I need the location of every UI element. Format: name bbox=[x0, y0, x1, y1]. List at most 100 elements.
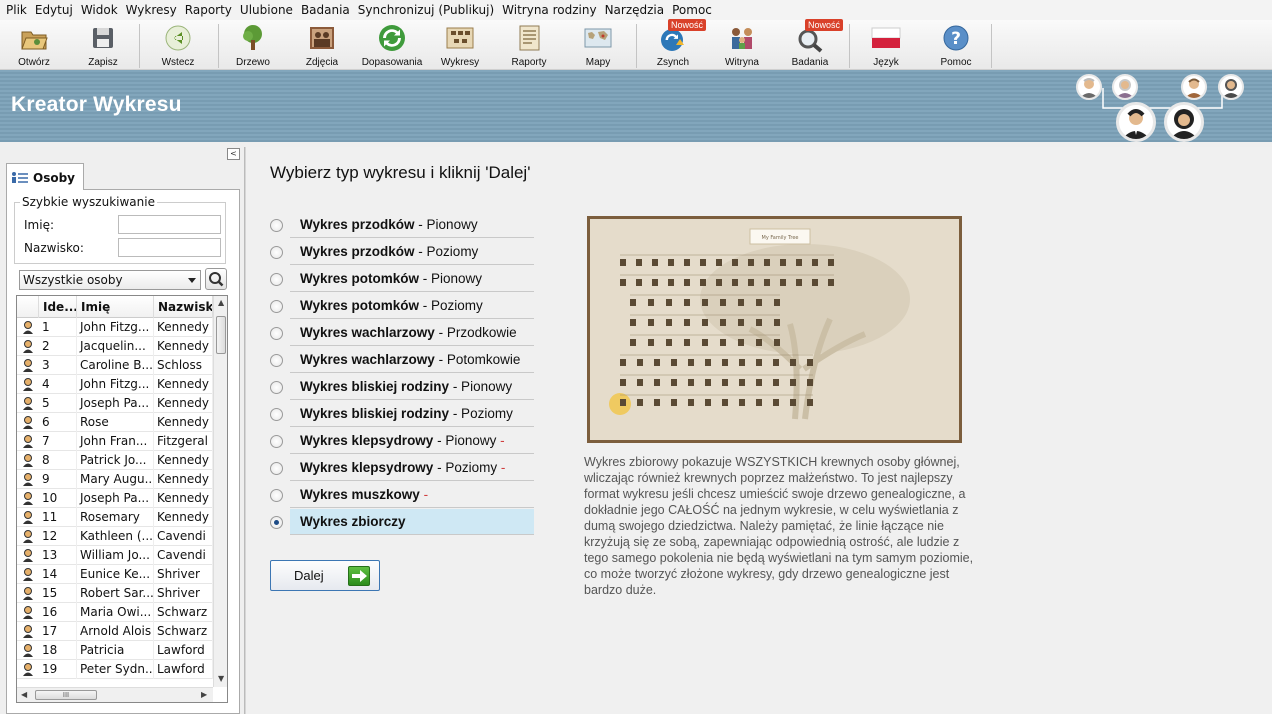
chart-type-option[interactable]: Wykres wachlarzowy - Przodkowie bbox=[268, 320, 534, 347]
table-row[interactable]: 6 Rose Kennedy bbox=[17, 413, 213, 432]
cell-id: 10 bbox=[39, 489, 77, 508]
save-button[interactable]: Zapisz bbox=[81, 23, 125, 69]
column-header-id[interactable]: Ide... bbox=[39, 296, 77, 318]
table-row[interactable]: 8 Patrick Jo... Kennedy bbox=[17, 451, 213, 470]
scroll-up-icon[interactable]: ▲ bbox=[218, 298, 224, 307]
radio-button[interactable] bbox=[270, 489, 283, 502]
scroll-left-icon[interactable]: ◀ bbox=[21, 690, 27, 699]
photos-button[interactable]: Zdjęcia bbox=[300, 23, 344, 69]
menu-item-5[interactable]: Ulubione bbox=[236, 0, 297, 20]
table-row[interactable]: 17 Arnold Alois Schwarz bbox=[17, 622, 213, 641]
map-icon bbox=[583, 23, 613, 53]
menu-item-0[interactable]: Plik bbox=[2, 0, 31, 20]
table-row[interactable]: 4 John Fitzg... Kennedy bbox=[17, 375, 213, 394]
collapse-panel-button[interactable]: < bbox=[227, 148, 240, 160]
preview-person-box bbox=[630, 339, 636, 346]
table-row[interactable]: 1 John Fitzg... Kennedy bbox=[17, 318, 213, 337]
radio-button[interactable] bbox=[270, 219, 283, 232]
back-button[interactable]: Wstecz bbox=[156, 23, 200, 69]
matches-button[interactable]: Dopasowania bbox=[360, 23, 424, 69]
chart-type-option[interactable]: Wykres klepsydrowy - Pionowy - bbox=[268, 428, 534, 455]
chart-type-option[interactable]: Wykres wachlarzowy - Potomkowie bbox=[268, 347, 534, 374]
radio-button[interactable] bbox=[270, 246, 283, 259]
website-button[interactable]: Witryna bbox=[720, 23, 764, 69]
table-row[interactable]: 9 Mary Augu... Kennedy bbox=[17, 470, 213, 489]
save-label: Zapisz bbox=[88, 57, 118, 68]
preview-person-box bbox=[620, 379, 626, 386]
column-header-last-name[interactable]: Nazwisk bbox=[154, 296, 213, 318]
table-row[interactable]: 7 John Fran... Fitzgeral bbox=[17, 432, 213, 451]
preview-person-box bbox=[700, 279, 706, 286]
table-row[interactable]: 18 Patricia Lawford bbox=[17, 641, 213, 660]
people-filter-select[interactable]: Wszystkie osoby bbox=[19, 270, 201, 290]
chart-preview-image: My Family Tree bbox=[587, 216, 962, 443]
chart-type-option[interactable]: Wykres potomków - Poziomy bbox=[268, 293, 534, 320]
horizontal-scrollbar[interactable]: ◀ III ▶ bbox=[17, 687, 213, 702]
preview-person-box bbox=[688, 359, 694, 366]
radio-button[interactable] bbox=[270, 354, 283, 367]
table-row[interactable]: 5 Joseph Pa... Kennedy bbox=[17, 394, 213, 413]
tab-people[interactable]: Osoby bbox=[6, 163, 84, 191]
menu-item-7[interactable]: Synchronizuj (Publikuj) bbox=[354, 0, 498, 20]
table-row[interactable]: 10 Joseph Pa... Kennedy bbox=[17, 489, 213, 508]
chart-type-option[interactable]: Wykres zbiorczy bbox=[268, 509, 534, 536]
next-button[interactable]: Dalej bbox=[270, 560, 380, 591]
menu-item-3[interactable]: Wykresy bbox=[122, 0, 181, 20]
scroll-down-icon[interactable]: ▼ bbox=[218, 674, 224, 683]
sync-button[interactable]: Nowość Zsynch bbox=[651, 19, 707, 69]
table-row[interactable]: 3 Caroline B... Schloss bbox=[17, 356, 213, 375]
table-row[interactable]: 2 Jacquelin... Kennedy bbox=[17, 337, 213, 356]
table-row[interactable]: 12 Kathleen (... Cavendi bbox=[17, 527, 213, 546]
research-button[interactable]: Nowość Badania bbox=[788, 19, 844, 69]
table-row[interactable]: 14 Eunice Ke... Shriver bbox=[17, 565, 213, 584]
chart-type-option[interactable]: Wykres przodków - Poziomy bbox=[268, 239, 534, 266]
radio-button[interactable] bbox=[270, 435, 283, 448]
chart-type-option[interactable]: Wykres klepsydrowy - Poziomy - bbox=[268, 455, 534, 482]
language-button[interactable]: Język bbox=[864, 23, 908, 69]
menu-item-10[interactable]: Pomoc bbox=[668, 0, 716, 20]
chart-type-option[interactable]: Wykres przodków - Pionowy bbox=[268, 212, 534, 239]
person-icon bbox=[23, 549, 33, 562]
menu-item-2[interactable]: Widok bbox=[77, 0, 122, 20]
table-row[interactable]: 15 Robert Sar... Shriver bbox=[17, 584, 213, 603]
menu-item-1[interactable]: Edytuj bbox=[31, 0, 77, 20]
charts-button[interactable]: Wykresy bbox=[438, 23, 482, 69]
vertical-scrollbar[interactable]: ▲ ▼ bbox=[213, 296, 227, 687]
maps-button[interactable]: Mapy bbox=[576, 23, 620, 69]
radio-button[interactable] bbox=[270, 327, 283, 340]
column-header-first-name[interactable]: Imię bbox=[77, 296, 154, 318]
scroll-right-icon[interactable]: ▶ bbox=[201, 690, 207, 699]
horizontal-scroll-thumb[interactable]: III bbox=[35, 690, 97, 700]
table-row[interactable]: 16 Maria Owi... Schwarz bbox=[17, 603, 213, 622]
table-row[interactable]: 19 Peter Sydn... Lawford bbox=[17, 660, 213, 679]
open-button[interactable]: Otwórz bbox=[12, 23, 56, 69]
search-button[interactable] bbox=[205, 268, 227, 290]
vertical-scroll-thumb[interactable] bbox=[216, 316, 226, 354]
chart-type-option[interactable]: Wykres potomków - Pionowy bbox=[268, 266, 534, 293]
menu-item-6[interactable]: Badania bbox=[297, 0, 354, 20]
menu-item-4[interactable]: Raporty bbox=[181, 0, 236, 20]
reports-button[interactable]: Raporty bbox=[507, 23, 551, 69]
last-name-input[interactable] bbox=[118, 238, 221, 257]
chart-type-option[interactable]: Wykres muszkowy - bbox=[268, 482, 534, 509]
radio-button[interactable] bbox=[270, 408, 283, 421]
chart-type-option[interactable]: Wykres bliskiej rodziny - Pionowy bbox=[268, 374, 534, 401]
first-name-input[interactable] bbox=[118, 215, 221, 234]
table-row[interactable]: 13 William Jo... Cavendi bbox=[17, 546, 213, 565]
language-label: Język bbox=[873, 57, 899, 68]
table-row[interactable]: 11 Rosemary Kennedy bbox=[17, 508, 213, 527]
preview-person-box bbox=[732, 279, 738, 286]
radio-button[interactable] bbox=[270, 381, 283, 394]
preview-person-box bbox=[668, 259, 674, 266]
radio-button[interactable] bbox=[270, 273, 283, 286]
radio-button[interactable] bbox=[270, 516, 283, 529]
help-button[interactable]: ? Pomoc bbox=[934, 23, 978, 69]
preview-person-box bbox=[738, 319, 744, 326]
radio-button[interactable] bbox=[270, 300, 283, 313]
menu-item-8[interactable]: Witryna rodziny bbox=[498, 0, 600, 20]
tree-button[interactable]: Drzewo bbox=[231, 23, 275, 69]
radio-button[interactable] bbox=[270, 462, 283, 475]
menu-item-9[interactable]: Narzędzia bbox=[601, 0, 669, 20]
preview-person-box bbox=[684, 259, 690, 266]
chart-type-option[interactable]: Wykres bliskiej rodziny - Poziomy bbox=[268, 401, 534, 428]
